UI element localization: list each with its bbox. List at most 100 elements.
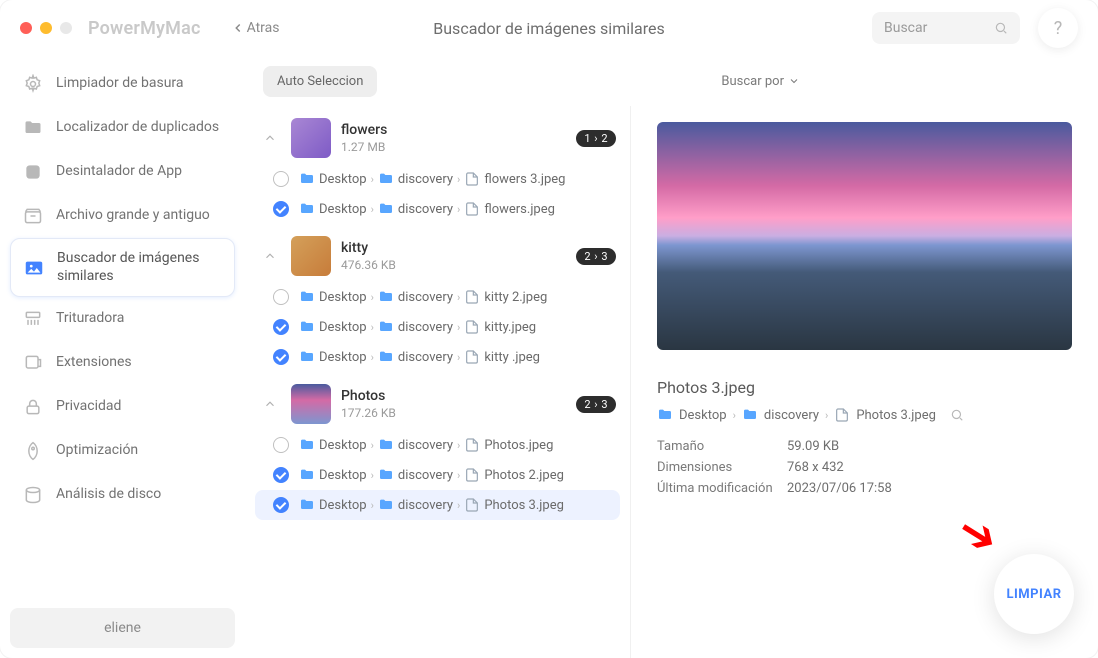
- file-icon: [464, 289, 480, 305]
- file-row[interactable]: Desktop› discovery› kitty 2.jpeg: [255, 282, 620, 312]
- file-name: kitty 2.jpeg: [484, 290, 547, 305]
- file-path: Desktop› discovery› Photos 2.jpeg: [299, 467, 564, 483]
- path-seg: Desktop: [319, 438, 367, 453]
- folder-icon: [299, 201, 315, 217]
- group-name: flowers: [341, 122, 576, 138]
- sidebar-item-label: Archivo grande y antiguo: [56, 207, 210, 225]
- search-icon: [994, 21, 1008, 35]
- file-row[interactable]: Desktop› discovery› flowers 3.jpeg: [255, 164, 620, 194]
- file-icon: [464, 171, 480, 187]
- path-seg: discovery: [398, 290, 453, 305]
- path-seg: discovery: [398, 498, 453, 513]
- app-name: PowerMyMac: [88, 18, 201, 39]
- chevron-up-icon[interactable]: [259, 245, 281, 267]
- window-controls: [20, 22, 72, 34]
- folder-icon: [378, 467, 394, 483]
- sidebar-item-label: Desintalador de App: [56, 163, 182, 181]
- file-row[interactable]: Desktop› discovery› kitty.jpeg: [255, 312, 620, 342]
- folder-icon: [378, 289, 394, 305]
- sidebar-item-duplicate-finder[interactable]: Localizador de duplicados: [10, 106, 235, 150]
- file-path: Desktop› discovery› kitty .jpeg: [299, 349, 540, 365]
- chevron-up-icon[interactable]: [259, 127, 281, 149]
- file-checkbox[interactable]: [273, 171, 289, 187]
- group-count-badge: 2 › 3: [576, 396, 616, 413]
- path-seg: discovery: [398, 320, 453, 335]
- file-name: Photos.jpeg: [484, 438, 553, 453]
- sidebar-item-large-old-files[interactable]: Archivo grande y antiguo: [10, 194, 235, 238]
- file-checkbox[interactable]: [273, 201, 289, 217]
- chevron-up-icon[interactable]: [259, 393, 281, 415]
- toolbar: Auto Seleccion Buscar por: [245, 56, 1098, 106]
- sort-by-dropdown[interactable]: Buscar por: [721, 74, 800, 89]
- file-path: Desktop› discovery› kitty.jpeg: [299, 319, 536, 335]
- titlebar: PowerMyMac Atras Buscador de imágenes si…: [0, 0, 1098, 56]
- path-seg: Desktop: [319, 350, 367, 365]
- sidebar-item-label: Limpiador de basura: [56, 75, 184, 93]
- zoom-window-button[interactable]: [60, 22, 72, 34]
- file-checkbox[interactable]: [273, 467, 289, 483]
- disk-icon: [22, 484, 44, 506]
- path-seg: Desktop: [679, 408, 727, 423]
- file-row[interactable]: Desktop› discovery› Photos.jpeg: [255, 430, 620, 460]
- preview-image: [657, 122, 1072, 350]
- file-checkbox[interactable]: [273, 437, 289, 453]
- path-seg: discovery: [398, 202, 453, 217]
- group-header[interactable]: flowers1.27 MB 1 › 2: [255, 112, 620, 164]
- help-button[interactable]: ?: [1038, 8, 1078, 48]
- file-name: Photos 2.jpeg: [484, 468, 564, 483]
- folder-icon: [378, 171, 394, 187]
- sidebar-item-trash-cleaner[interactable]: Limpiador de basura: [10, 62, 235, 106]
- file-row[interactable]: Desktop› discovery› Photos 2.jpeg: [255, 460, 620, 490]
- group-header[interactable]: kitty 476.36 KB 2 › 3: [255, 230, 620, 282]
- file-icon: [464, 437, 480, 453]
- back-button[interactable]: Atras: [231, 20, 280, 36]
- app-icon: [22, 161, 44, 183]
- file-checkbox[interactable]: [273, 319, 289, 335]
- sidebar-item-label: Localizador de duplicados: [56, 119, 219, 137]
- search-input[interactable]: Buscar: [872, 12, 1020, 44]
- clean-button[interactable]: LIMPIAR: [994, 554, 1074, 634]
- sidebar-item-extensions[interactable]: Extensiones: [10, 341, 235, 385]
- sidebar-item-label: Trituradora: [56, 310, 124, 328]
- file-row[interactable]: Desktop› discovery› flowers.jpeg: [255, 194, 620, 224]
- sidebar-item-label: Privacidad: [56, 398, 121, 416]
- group-size: 476.36 KB: [341, 258, 576, 272]
- meta-dim-value: 768 x 432: [787, 458, 844, 479]
- folder-icon: [299, 437, 315, 453]
- file-path: Desktop› discovery› flowers.jpeg: [299, 201, 555, 217]
- file-row[interactable]: Desktop› discovery› Photos 3.jpeg: [255, 490, 620, 520]
- sidebar-item-shredder[interactable]: Trituradora: [10, 297, 235, 341]
- file-icon: [834, 407, 850, 423]
- search-icon[interactable]: [950, 408, 964, 422]
- group-name: kitty: [341, 240, 576, 256]
- puzzle-icon: [22, 352, 44, 374]
- gear-icon: [22, 73, 44, 95]
- sidebar-item-uninstaller[interactable]: Desintalador de App: [10, 150, 235, 194]
- preview-path: Desktop› discovery› Photos 3.jpeg: [657, 407, 1072, 423]
- user-account-button[interactable]: eliene: [10, 608, 235, 648]
- sidebar-item-disk-analysis[interactable]: Análisis de disco: [10, 473, 235, 517]
- sidebar-item-similar-images[interactable]: Buscador de imágenes similares: [10, 238, 235, 297]
- meta-size-value: 59.09 KB: [787, 437, 839, 458]
- folder-icon: [657, 407, 673, 423]
- results-list: flowers1.27 MB 1 › 2 Desktop› discovery›…: [245, 106, 631, 658]
- file-path: Desktop› discovery› Photos 3.jpeg: [299, 497, 564, 513]
- group-header[interactable]: Photos177.26 KB 2 › 3: [255, 378, 620, 430]
- folder-icon: [378, 497, 394, 513]
- sidebar-item-label: Optimización: [56, 442, 138, 460]
- sidebar-item-label: Buscador de imágenes similares: [57, 250, 222, 285]
- sort-by-label: Buscar por: [721, 74, 784, 89]
- file-checkbox[interactable]: [273, 497, 289, 513]
- file-checkbox[interactable]: [273, 349, 289, 365]
- minimize-window-button[interactable]: [40, 22, 52, 34]
- file-row[interactable]: Desktop› discovery› kitty .jpeg: [255, 342, 620, 372]
- sidebar-item-optimization[interactable]: Optimización: [10, 429, 235, 473]
- path-seg: Desktop: [319, 290, 367, 305]
- file-path: Desktop› discovery› Photos.jpeg: [299, 437, 553, 453]
- auto-select-button[interactable]: Auto Seleccion: [263, 66, 377, 97]
- group-count-badge: 1 › 2: [576, 130, 616, 147]
- file-checkbox[interactable]: [273, 289, 289, 305]
- sidebar-item-privacy[interactable]: Privacidad: [10, 385, 235, 429]
- group-count-badge: 2 › 3: [576, 248, 616, 265]
- close-window-button[interactable]: [20, 22, 32, 34]
